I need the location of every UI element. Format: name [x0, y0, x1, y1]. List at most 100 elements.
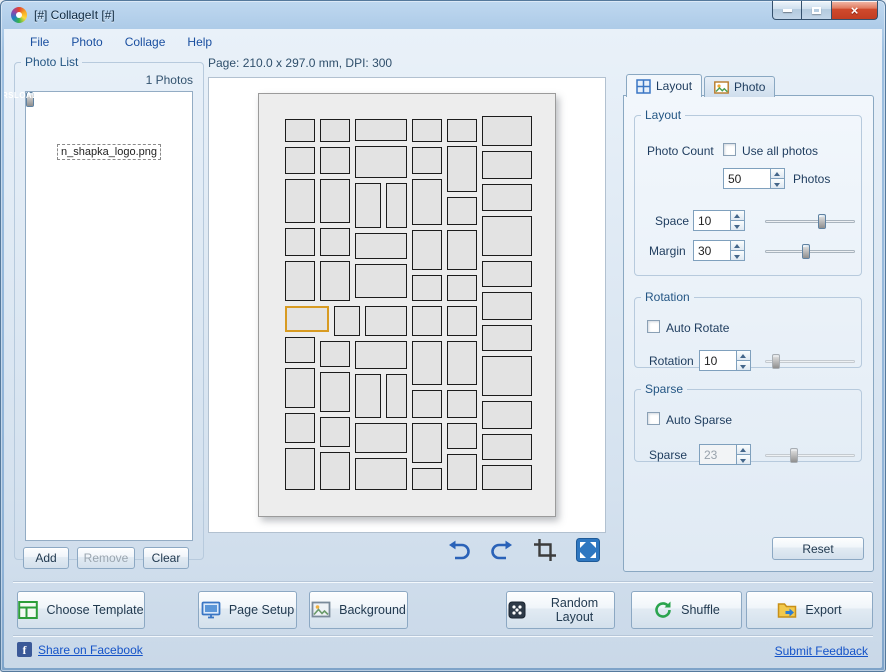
canvas-area[interactable] [208, 77, 606, 533]
collage-frame[interactable] [412, 390, 442, 418]
rotation-input[interactable] [699, 350, 736, 371]
collage-frame[interactable] [482, 184, 532, 211]
collage-frame[interactable] [355, 264, 407, 298]
collage-frame[interactable] [447, 230, 477, 270]
submit-feedback-link[interactable]: Submit Feedback [775, 644, 868, 658]
background-button[interactable]: Background [309, 591, 408, 629]
collage-frame[interactable] [320, 179, 350, 223]
collage-frame[interactable] [482, 325, 532, 351]
auto-sparse-checkbox[interactable] [647, 412, 660, 425]
space-input[interactable] [693, 210, 730, 231]
collage-page[interactable] [258, 93, 556, 517]
collage-frame[interactable] [320, 147, 350, 174]
tab-layout[interactable]: Layout [626, 74, 703, 97]
slider-thumb[interactable] [801, 244, 810, 259]
reset-button[interactable]: Reset [772, 537, 864, 560]
collage-frame[interactable] [412, 179, 442, 225]
titlebar[interactable]: [#] CollageIt [#] × [1, 1, 885, 28]
redo-button[interactable] [485, 535, 519, 565]
export-button[interactable]: Export [746, 591, 873, 629]
collage-frame[interactable] [447, 306, 477, 336]
collage-frame[interactable] [412, 119, 442, 142]
collage-frame[interactable] [412, 306, 442, 336]
collage-frame[interactable] [412, 147, 442, 174]
collage-frame[interactable] [355, 233, 407, 259]
collage-frame[interactable] [320, 452, 350, 490]
collage-frame[interactable] [482, 401, 532, 429]
share-facebook-link[interactable]: Share on Facebook [38, 643, 143, 657]
collage-frame[interactable] [334, 306, 360, 336]
collage-frame[interactable] [355, 458, 407, 490]
collage-frame[interactable] [320, 341, 350, 367]
collage-frame[interactable] [285, 119, 315, 142]
auto-rotate-checkbox[interactable] [647, 320, 660, 333]
collage-frame[interactable] [412, 423, 442, 463]
menu-item-help[interactable]: Help [177, 32, 222, 52]
collage-frame[interactable] [412, 275, 442, 301]
rotation-slider[interactable] [765, 354, 855, 369]
photo-listbox[interactable]: RSLOAD.NET n_shapka_logo.png [4, 91, 193, 541]
undo-button[interactable] [442, 535, 476, 565]
slider-thumb[interactable] [789, 448, 798, 463]
collage-frame[interactable] [447, 423, 477, 449]
minimize-button[interactable] [772, 1, 802, 20]
use-all-photos-checkbox[interactable] [723, 143, 736, 156]
collage-frame[interactable] [320, 372, 350, 412]
choose-template-button[interactable]: Choose Template [17, 591, 145, 629]
maximize-button[interactable] [802, 1, 831, 20]
space-slider[interactable] [765, 214, 855, 229]
crop-button[interactable] [528, 535, 562, 565]
tab-photo[interactable]: Photo [704, 76, 776, 97]
collage-frame[interactable] [412, 468, 442, 490]
spin-down-button[interactable] [736, 360, 751, 371]
collage-frame[interactable] [355, 374, 381, 418]
sparse-input[interactable] [699, 444, 736, 465]
collage-frame-selected[interactable] [285, 306, 329, 332]
collage-frame[interactable] [365, 306, 407, 336]
collage-frame[interactable] [285, 337, 315, 363]
collage-frame[interactable] [447, 341, 477, 385]
spin-down-button[interactable] [730, 250, 745, 261]
collage-frame[interactable] [320, 261, 350, 301]
margin-input[interactable] [693, 240, 730, 261]
collage-frame[interactable] [285, 261, 315, 301]
collage-frame[interactable] [320, 119, 350, 142]
collage-frame[interactable] [285, 413, 315, 443]
collage-frame[interactable] [482, 292, 532, 320]
collage-frame[interactable] [447, 390, 477, 418]
collage-frame[interactable] [482, 151, 532, 179]
slider-thumb[interactable] [818, 214, 827, 229]
collage-frame[interactable] [447, 275, 477, 301]
collage-frame[interactable] [482, 465, 532, 490]
collage-frame[interactable] [482, 356, 532, 396]
collage-frame[interactable] [482, 261, 532, 287]
collage-frame[interactable] [482, 434, 532, 460]
add-button[interactable]: Add [23, 547, 69, 569]
collage-frame[interactable] [355, 146, 407, 178]
menu-item-file[interactable]: File [20, 32, 59, 52]
sparse-slider[interactable] [765, 448, 855, 463]
collage-frame[interactable] [285, 228, 315, 256]
collage-frame[interactable] [285, 147, 315, 174]
collage-frame[interactable] [386, 183, 407, 228]
clear-button[interactable]: Clear [143, 547, 189, 569]
collage-frame[interactable] [285, 368, 315, 408]
collage-frame[interactable] [320, 228, 350, 256]
collage-frame[interactable] [412, 341, 442, 385]
collage-frame[interactable] [355, 183, 381, 228]
collage-frame[interactable] [482, 116, 532, 146]
menu-item-photo[interactable]: Photo [61, 32, 112, 52]
collage-frame[interactable] [355, 119, 407, 141]
margin-slider[interactable] [765, 244, 855, 259]
spin-down-button[interactable] [736, 454, 751, 465]
fit-page-button[interactable] [571, 535, 605, 565]
collage-frame[interactable] [320, 417, 350, 447]
remove-button[interactable]: Remove [77, 547, 135, 569]
photo-list-item[interactable]: RSLOAD.NET n_shapka_logo.png [4, 91, 192, 160]
collage-frame[interactable] [447, 197, 477, 225]
close-button[interactable]: × [831, 1, 878, 20]
collage-frame[interactable] [285, 179, 315, 223]
spin-down-button[interactable] [730, 220, 745, 231]
collage-frame[interactable] [482, 216, 532, 256]
shuffle-button[interactable]: Shuffle [631, 591, 742, 629]
